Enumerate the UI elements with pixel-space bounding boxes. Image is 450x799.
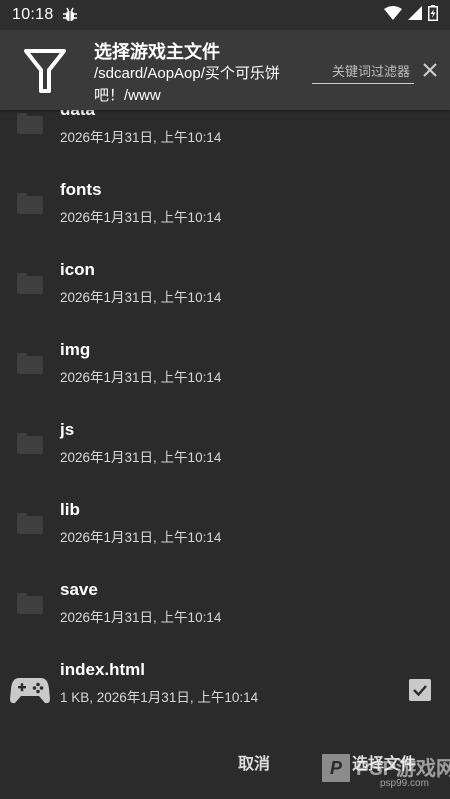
item-name: lib	[60, 500, 80, 519]
list-item[interactable]: fonts 2026年1月31日, 上午10:14	[0, 170, 450, 250]
filter-icon[interactable]	[23, 48, 67, 94]
item-meta: 2026年1月31日, 上午10:14	[60, 130, 222, 145]
list-item[interactable]: icon 2026年1月31日, 上午10:14	[0, 250, 450, 330]
item-name: img	[60, 340, 91, 359]
file-list: data 2026年1月31日, 上午10:14 fonts 2026年1月31…	[0, 110, 450, 730]
keyword-filter-input[interactable]: 关键词过滤器	[312, 58, 414, 84]
list-item-selected[interactable]: index.html 1 KB, 2026年1月31日, 上午10:14	[0, 650, 450, 730]
item-name: icon	[60, 260, 95, 279]
item-meta: 2026年1月31日, 上午10:14	[60, 530, 222, 545]
check-icon	[413, 685, 427, 697]
item-meta: 2026年1月31日, 上午10:14	[60, 370, 222, 385]
folder-icon	[17, 592, 43, 614]
status-bar: 10:18	[0, 0, 450, 30]
folder-icon	[17, 192, 43, 214]
item-meta: 2026年1月31日, 上午10:14	[60, 450, 222, 465]
item-name: data	[60, 110, 95, 120]
debug-icon	[62, 7, 78, 23]
folder-icon	[17, 432, 43, 454]
item-name: save	[60, 580, 98, 599]
list-item[interactable]: img 2026年1月31日, 上午10:14	[0, 330, 450, 410]
item-name: fonts	[60, 180, 102, 199]
item-meta: 2026年1月31日, 上午10:14	[60, 210, 222, 225]
item-meta: 2026年1月31日, 上午10:14	[60, 290, 222, 305]
watermark-title: PSP游戏网	[356, 758, 450, 780]
cancel-button[interactable]: 取消	[238, 750, 270, 774]
gamepad-icon	[10, 675, 50, 705]
watermark-logo: P	[322, 754, 350, 782]
list-item[interactable]: save 2026年1月31日, 上午10:14	[0, 570, 450, 650]
folder-icon	[17, 272, 43, 294]
watermark-url: psp99.com	[380, 778, 429, 789]
watermark: P PSP游戏网 psp99.com	[322, 752, 450, 799]
item-name: js	[60, 420, 75, 439]
list-item[interactable]: data 2026年1月31日, 上午10:14	[0, 110, 450, 170]
item-meta: 2026年1月31日, 上午10:14	[60, 610, 222, 625]
dialog-title: 选择游戏主文件	[94, 42, 220, 62]
item-name: index.html	[60, 660, 146, 679]
dialog-header: 选择游戏主文件 /sdcard/AopAop/买个可乐饼吧！/www 关键词过滤…	[0, 30, 450, 110]
signal-icon	[408, 5, 422, 25]
list-item[interactable]: js 2026年1月31日, 上午10:14	[0, 410, 450, 490]
wifi-icon	[384, 5, 402, 25]
folder-icon	[17, 112, 43, 134]
folder-icon	[17, 352, 43, 374]
close-icon[interactable]	[422, 62, 438, 78]
dialog-footer: 取消 选择文件 P PSP游戏网 psp99.com	[0, 730, 450, 799]
item-meta: 1 KB, 2026年1月31日, 上午10:14	[60, 690, 259, 705]
folder-icon	[17, 512, 43, 534]
battery-icon	[428, 4, 438, 26]
current-path: /sdcard/AopAop/买个可乐饼吧！/www	[94, 65, 280, 104]
keyword-filter-placeholder: 关键词过滤器	[331, 64, 410, 79]
list-item[interactable]: lib 2026年1月31日, 上午10:14	[0, 490, 450, 570]
selection-checkbox[interactable]	[409, 679, 431, 701]
status-time: 10:18	[12, 6, 54, 23]
